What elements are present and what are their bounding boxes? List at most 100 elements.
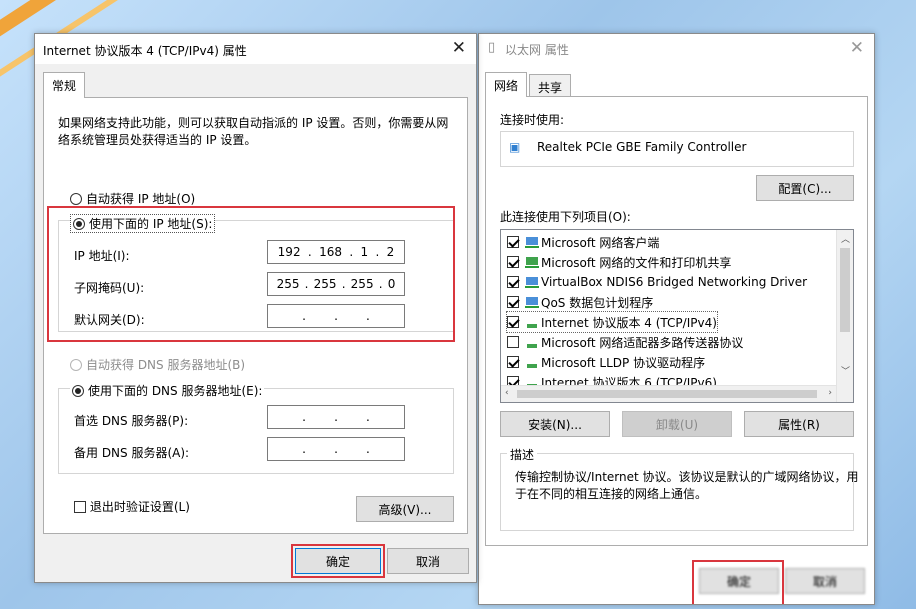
- auto-ip-radio[interactable]: 自动获得 IP 地址(O): [70, 190, 195, 207]
- checkbox-icon[interactable]: [507, 336, 519, 348]
- scroll-right-icon[interactable]: ›: [828, 388, 832, 398]
- description-text-line2: 于在不同的相互连接的网络上通信。: [515, 487, 708, 501]
- radio-icon: [70, 193, 82, 205]
- description-line2: 络系统管理员处获得适当的 IP 设置。: [58, 133, 257, 147]
- dot: .: [302, 410, 306, 424]
- tab-sharing[interactable]: 共享: [529, 74, 572, 96]
- cancel-button-label: 取消: [812, 574, 837, 589]
- tab-network[interactable]: 网络: [485, 72, 528, 97]
- auto-dns-radio: 自动获得 DNS 服务器地址(B): [70, 356, 245, 373]
- list-item[interactable]: Microsoft 网络客户端: [507, 232, 659, 252]
- items-label: 此连接使用下列项目(O):: [500, 210, 631, 224]
- alternate-dns-field[interactable]: . . .: [267, 437, 405, 461]
- auto-dns-label: 自动获得 DNS 服务器地址(B): [86, 358, 246, 372]
- manual-dns-label: 使用下面的 DNS 服务器地址(E):: [88, 384, 263, 398]
- checkbox-icon[interactable]: [507, 316, 519, 328]
- highlight-manual-ip: [47, 206, 455, 342]
- cancel-button[interactable]: 取消: [387, 548, 469, 574]
- network-adapter-icon: ▯: [488, 40, 496, 55]
- properties-button[interactable]: 属性(R): [744, 411, 854, 437]
- dot: .: [302, 442, 306, 456]
- dot: .: [366, 442, 370, 456]
- titlebar: Internet 协议版本 4 (TCP/IPv4) 属性 ✕: [35, 34, 476, 64]
- checkbox-icon[interactable]: [507, 256, 519, 268]
- ipv4-properties-window: Internet 协议版本 4 (TCP/IPv4) 属性 ✕ 常规 如果网络支…: [34, 33, 477, 583]
- scroll-thumb[interactable]: [840, 248, 850, 332]
- scroll-left-icon[interactable]: ‹: [505, 388, 509, 398]
- checkbox-icon: [74, 501, 86, 513]
- titlebar: ▯ 以太网 属性 ✕: [479, 34, 874, 64]
- scroll-up-icon[interactable]: ︿: [841, 232, 850, 245]
- description-text-line1: 传输控制协议/Internet 协议。该协议是默认的广域网络协议，用: [515, 470, 859, 484]
- close-icon[interactable]: ✕: [452, 38, 466, 58]
- ethernet-properties-window: ▯ 以太网 属性 ✕ 网络 共享 连接时使用: ▣ Realtek PCIe G…: [478, 33, 875, 605]
- adapter-name: Realtek PCIe GBE Family Controller: [537, 140, 747, 154]
- preferred-dns-field[interactable]: . . .: [267, 405, 405, 429]
- components-list[interactable]: Microsoft 网络客户端 Microsoft 网络的文件和打印机共享 Virt…: [500, 229, 854, 403]
- vertical-scrollbar[interactable]: ︿ ﹀: [836, 230, 853, 402]
- horizontal-scrollbar[interactable]: ‹ ›: [501, 385, 836, 402]
- tab-label: 共享: [538, 81, 563, 95]
- tab-label: 网络: [494, 79, 519, 93]
- validate-on-exit-label: 退出时验证设置(L): [89, 500, 190, 514]
- description-group: 描述 传输控制协议/Internet 协议。该协议是默认的广域网络协议，用 于在…: [500, 446, 859, 531]
- manual-dns-group: [58, 388, 454, 474]
- list-item[interactable]: VirtualBox NDIS6 Bridged Networking Driv…: [507, 272, 807, 292]
- list-item[interactable]: Microsoft 网络的文件和打印机共享: [507, 252, 731, 272]
- alternate-dns-label: 备用 DNS 服务器(A):: [74, 446, 190, 460]
- close-icon[interactable]: ✕: [850, 38, 864, 58]
- checkbox-icon[interactable]: [507, 236, 519, 248]
- advanced-button[interactable]: 高级(V)...: [356, 496, 454, 522]
- dot: .: [334, 410, 338, 424]
- properties-button-label: 属性(R): [778, 417, 820, 432]
- manual-dns-radio[interactable]: 使用下面的 DNS 服务器地址(E):: [70, 382, 265, 399]
- cancel-button-label: 取消: [415, 554, 440, 569]
- protocol-icon: [525, 316, 539, 328]
- list-item-label: QoS 数据包计划程序: [541, 295, 654, 310]
- connect-using-label: 连接时使用:: [500, 113, 565, 127]
- list-item-label: Microsoft LLDP 协议驱动程序: [541, 355, 706, 370]
- configure-button-label: 配置(C)...: [778, 181, 832, 196]
- adapter-box: ▣ Realtek PCIe GBE Family Controller: [500, 131, 854, 167]
- network-tab-panel: 连接时使用: ▣ Realtek PCIe GBE Family Control…: [485, 96, 868, 546]
- list-item[interactable]: Microsoft 网络适配器多路传送器协议: [507, 332, 743, 352]
- window-title: 以太网 属性: [505, 43, 569, 57]
- radio-icon: [72, 385, 84, 397]
- dot: .: [334, 442, 338, 456]
- protocol-icon: [525, 356, 539, 368]
- list-item[interactable]: Internet 协议版本 4 (TCP/IPv4): [506, 311, 718, 333]
- protocol-icon: [525, 336, 539, 348]
- checkbox-icon[interactable]: [507, 356, 519, 368]
- list-item-label: Microsoft 网络适配器多路传送器协议: [541, 335, 744, 350]
- checkbox-icon[interactable]: [507, 276, 519, 288]
- ethernet-cancel-button[interactable]: 取消: [785, 568, 865, 594]
- highlight-ok-ethernet: [692, 560, 784, 604]
- list-item[interactable]: Microsoft LLDP 协议驱动程序: [507, 352, 705, 372]
- highlight-ok-button: [291, 544, 385, 578]
- auto-ip-label: 自动获得 IP 地址(O): [86, 192, 196, 206]
- description-line1: 如果网络支持此功能，则可以获取自动指派的 IP 设置。否则，你需要从网: [58, 116, 449, 130]
- install-button[interactable]: 安装(N)...: [500, 411, 610, 437]
- scroll-down-icon[interactable]: ﹀: [841, 364, 850, 377]
- list-item[interactable]: QoS 数据包计划程序: [507, 292, 653, 312]
- scroll-thumb-h[interactable]: [517, 390, 817, 398]
- client-icon: [525, 276, 539, 288]
- validate-on-exit-checkbox[interactable]: 退出时验证设置(L): [74, 498, 190, 515]
- list-item-label: Microsoft 网络客户端: [541, 235, 660, 250]
- dot: .: [366, 410, 370, 424]
- adapter-icon: ▣: [509, 140, 521, 154]
- client-icon: [525, 236, 539, 248]
- configure-button[interactable]: 配置(C)...: [756, 175, 854, 201]
- client-icon: [525, 296, 539, 308]
- description-group-title: 描述: [507, 446, 538, 463]
- checkbox-icon[interactable]: [507, 296, 519, 308]
- share-icon: [525, 256, 539, 268]
- list-item-label: VirtualBox NDIS6 Bridged Networking Driv…: [541, 275, 808, 289]
- advanced-button-label: 高级(V)...: [378, 502, 432, 517]
- tab-general[interactable]: 常规: [43, 72, 86, 98]
- list-item-label: Microsoft 网络的文件和打印机共享: [541, 255, 732, 270]
- uninstall-button: 卸载(U): [622, 411, 732, 437]
- uninstall-button-label: 卸载(U): [655, 417, 699, 432]
- tab-label: 常规: [52, 79, 77, 93]
- preferred-dns-label: 首选 DNS 服务器(P):: [74, 414, 189, 428]
